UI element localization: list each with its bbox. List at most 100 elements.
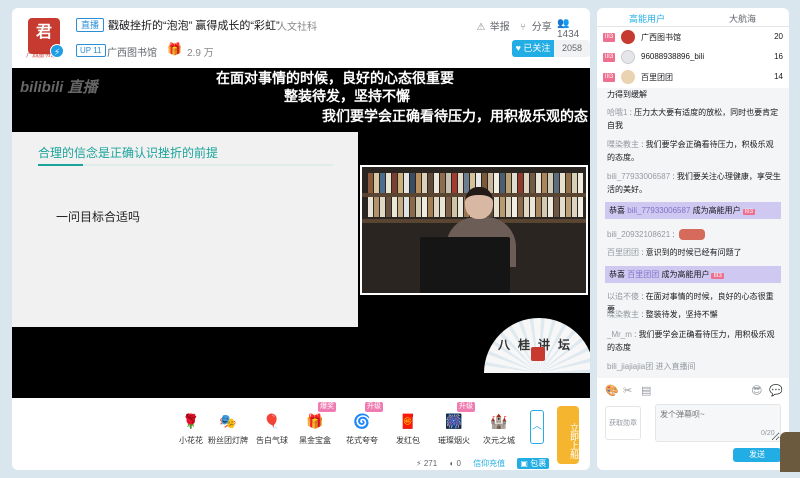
rank-level-badge: III3 bbox=[603, 73, 615, 82]
chat-message: bili_77933006587 : 我们要关注心理健康，享受生活的美好。 bbox=[607, 172, 781, 194]
scissors-icon[interactable]: ✂ bbox=[623, 384, 632, 397]
silver-coin: ◐ 0 bbox=[449, 459, 461, 468]
chat-text: 我们要学会正确看待压力，用积极乐观的态度 bbox=[607, 330, 775, 352]
rose-icon: 🌹 bbox=[182, 413, 200, 429]
rank-user-name: 广西图书馆 bbox=[641, 33, 681, 42]
gift-item[interactable]: 🎭 粉丝团灯牌 bbox=[205, 410, 251, 446]
high-energy-notice: 恭喜 bili_77933006587 成为高能用户 III3 bbox=[605, 202, 781, 219]
notice-level-badge: III3 bbox=[711, 273, 724, 279]
tab-high-energy-users[interactable]: 高能用户 bbox=[629, 12, 665, 25]
up-level-badge: UP 11 bbox=[76, 44, 106, 57]
recharge-link[interactable]: 信仰充值 bbox=[473, 459, 505, 468]
up-name[interactable]: 广西图书馆 bbox=[107, 44, 157, 59]
gift-item[interactable]: 🧧 发红包 bbox=[385, 410, 431, 446]
slide-divider bbox=[38, 164, 333, 166]
get-medal-button[interactable]: 获取勋章 bbox=[605, 406, 641, 440]
chat-message: _Mr_m : 我们要学会正确看待压力，用积极乐观的态度 bbox=[607, 330, 775, 352]
chat-user[interactable]: 以追不傻 bbox=[607, 292, 639, 301]
red-seal-icon bbox=[531, 347, 545, 361]
chat-message: 力得到缓解 bbox=[607, 88, 781, 101]
gift-label: 花式夸夸 bbox=[346, 436, 378, 445]
gift-item[interactable]: 🏰 次元之城 bbox=[476, 410, 522, 446]
gift-item[interactable]: 🎈 告白气球 bbox=[249, 410, 295, 446]
presenter-camera bbox=[360, 165, 588, 295]
chat-user[interactable]: bili_20932108621 bbox=[607, 230, 670, 239]
chat-user[interactable]: _Mr_m bbox=[607, 330, 632, 339]
chat-user[interactable]: 百里团团 bbox=[607, 248, 639, 257]
side-panel: 高能用户 大航海 III3 广西图书馆 20 III3 96088938896_… bbox=[597, 8, 789, 470]
fireworks-icon: 🎆 bbox=[445, 413, 463, 429]
tab-fleet[interactable]: 大航海 bbox=[729, 12, 756, 25]
room-title: 戳破挫折的“泡泡” 赢得成长的“彩虹” bbox=[108, 20, 280, 32]
rank-score: 14 bbox=[774, 72, 783, 81]
report-button[interactable]: ⚠ 举报 bbox=[475, 18, 510, 33]
expand-gifts-chevron-icon[interactable]: ︿ bbox=[530, 410, 544, 444]
room-category[interactable]: 人文社科 bbox=[277, 18, 317, 33]
chat-message: 喋染教主 : 我们要学会正确看待压力，积极乐观的态度。 bbox=[607, 140, 774, 162]
fans-gift-icon: 🎁 bbox=[167, 42, 182, 56]
chat-user[interactable]: bili_jiajiajia团 bbox=[607, 362, 653, 371]
rank-score: 20 bbox=[774, 32, 783, 41]
presenter-head bbox=[465, 187, 493, 219]
gift-bag-button[interactable]: ▣ 包裹 bbox=[517, 458, 550, 469]
subtitle-line-3: 我们要学会正确看待压力，用积极乐观的态 bbox=[322, 108, 588, 124]
rank-row[interactable]: III3 广西图书馆 20 bbox=[597, 28, 789, 48]
rank-level-badge: III3 bbox=[603, 53, 615, 62]
chat-toolbar: 🎨 ✂ ▤ 😎 💬 bbox=[597, 380, 789, 400]
gift-badge: 爆奖 bbox=[318, 402, 336, 412]
notice-prefix: 恭喜 bbox=[609, 206, 628, 215]
chat-text: 压力太大要有适度的放松，同时也要肯定自我 bbox=[607, 108, 779, 130]
board-ship-button[interactable]: 立即上船 bbox=[557, 406, 579, 464]
follow-button[interactable]: ♥ 已关注 bbox=[512, 40, 554, 57]
gift-label: 告白气球 bbox=[256, 436, 288, 445]
rank-row[interactable]: III3 百里团团 14 bbox=[597, 68, 789, 88]
rank-score: 16 bbox=[774, 52, 783, 61]
share-button[interactable]: ⑂ 分享 bbox=[517, 18, 552, 33]
history-icon[interactable]: ▤ bbox=[641, 384, 651, 397]
gift-item[interactable]: 爆奖 🎁 黑金宝盒 bbox=[292, 402, 338, 446]
chat-text: 进入直播间 bbox=[655, 362, 696, 371]
gold-coin: ⚡ 271 bbox=[416, 459, 438, 468]
video-player[interactable]: bilibili 直播 在面对事情的时候，良好的心态很重要 整装待发，坚持不懈 … bbox=[12, 68, 590, 398]
gift-label: 发红包 bbox=[396, 436, 420, 445]
praise-icon: 🌀 bbox=[353, 413, 371, 429]
warning-icon: ⚠ bbox=[476, 22, 486, 33]
palette-icon[interactable]: 🎨 bbox=[605, 384, 619, 397]
chat-user[interactable]: bili_77933006587 bbox=[607, 172, 670, 181]
share-label: 分享 bbox=[531, 22, 552, 33]
chat-message: 百里团团 : 意识到的时候已经有问题了 bbox=[607, 248, 742, 257]
treasure-box-icon: 🎁 bbox=[306, 413, 324, 429]
danmaku-chat-list[interactable]: 力得到缓解 哈哦1 : 压力太大要有适度的放松，同时也要肯定自我 喋染教主 : … bbox=[597, 88, 789, 378]
viewer-count-value: 1434 bbox=[557, 29, 580, 40]
chat-user[interactable]: 哈哦1 bbox=[607, 108, 627, 117]
bag-label: 包裹 bbox=[530, 459, 547, 468]
gift-badge: 升级 bbox=[365, 402, 383, 412]
avatar bbox=[621, 50, 635, 64]
rank-row[interactable]: III3 96088938896_bili 16 bbox=[597, 48, 789, 68]
subtitle-line-2: 整装待发，坚持不懈 bbox=[284, 88, 410, 104]
decorative-sticker bbox=[780, 432, 800, 472]
laptop bbox=[420, 237, 510, 293]
chat-bubble-icon[interactable]: 💬 bbox=[769, 384, 783, 397]
sticker-emote-icon bbox=[678, 229, 705, 241]
gift-item[interactable]: 升级 🌀 花式夸夸 bbox=[339, 402, 385, 446]
chat-user[interactable]: 喋染教主 bbox=[607, 140, 639, 149]
send-button[interactable]: 发送 bbox=[733, 448, 781, 462]
gift-item[interactable]: 升级 🎆 璀璨烟火 bbox=[431, 402, 477, 446]
notice-user[interactable]: bili_77933006587 bbox=[627, 206, 690, 215]
wallet-row: ⚡ 271 ◐ 0 信仰充值 ▣ 包裹 bbox=[416, 458, 550, 469]
notice-prefix: 恭喜 bbox=[609, 270, 628, 279]
bilibili-watermark: bilibili 直播 bbox=[20, 79, 98, 96]
room-header: 君 广西图书馆 ⚡ 直播 戳破挫折的“泡泡” 赢得成长的“彩虹” 人文社科 ⚠ … bbox=[12, 8, 590, 68]
slide-title: 合理的信念是正确认识挫折的前提 bbox=[38, 146, 219, 160]
notice-user[interactable]: 百里团团 bbox=[627, 270, 659, 279]
report-label: 举报 bbox=[489, 22, 510, 33]
gift-label: 璀璨烟火 bbox=[438, 436, 470, 445]
emoji-sunglasses-icon[interactable]: 😎 bbox=[751, 384, 762, 397]
people-icon: 👥 bbox=[557, 18, 570, 29]
rank-level-badge: III3 bbox=[603, 33, 615, 42]
chat-text: 意识到的时候已经有问题了 bbox=[645, 248, 742, 257]
panel-tabs: 高能用户 大航海 bbox=[597, 8, 789, 26]
share-icon: ⑂ bbox=[520, 22, 526, 33]
chat-user[interactable]: 喋染教主 bbox=[607, 310, 639, 319]
